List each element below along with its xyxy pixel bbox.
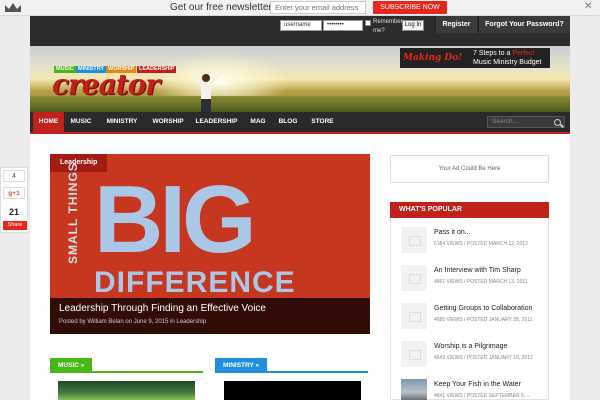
popular-item-thumbnail	[401, 379, 427, 400]
popular-item-title[interactable]: Keep Your Fish in the Water	[434, 381, 521, 388]
ministry-thumbnail[interactable]	[224, 381, 361, 400]
image-placeholder-icon	[401, 303, 427, 329]
search-icon[interactable]	[554, 119, 561, 126]
sidebar-ad[interactable]: Your Ad Could Be Here	[390, 155, 549, 183]
nav-blog[interactable]: BLOG	[273, 112, 303, 132]
popular-item-title[interactable]: An Interview with Tim Sharp	[434, 267, 521, 274]
ministry-section-header: MINISTRY »	[215, 358, 368, 373]
nav-leadership[interactable]: LEADERSHIP	[190, 112, 243, 132]
popular-item-meta: 4685 VIEWS / POSTED JANUARY 28, 2011	[434, 317, 533, 323]
nav-music[interactable]: MUSIC	[65, 112, 97, 132]
feature-image-big-text: BIG	[94, 166, 257, 273]
popular-item[interactable]: Worship is a Pilgrimage 4643 VIEWS / POS…	[391, 335, 550, 371]
share-widget: 4 g+1 21 Share	[0, 167, 28, 233]
banner-ad-brand: Making Do!	[403, 53, 463, 63]
share-button[interactable]: Share	[3, 221, 27, 230]
music-section-tab[interactable]: MUSIC »	[50, 358, 93, 373]
close-icon[interactable]: ✕	[584, 1, 592, 12]
music-section-header: MUSIC »	[50, 358, 203, 373]
popular-item-title[interactable]: Worship is a Pilgrimage	[434, 343, 507, 350]
nav-home[interactable]: HOME	[33, 112, 64, 132]
person-illustration	[189, 70, 223, 112]
feature-caption: Leadership Through Finding an Effective …	[50, 298, 370, 334]
popular-list: Pass it on... 5184 VIEWS / POSTED MARCH …	[390, 218, 549, 400]
newsletter-email-input[interactable]	[270, 1, 366, 14]
feature-image-bottom-text: DIFFERENCE	[94, 266, 296, 299]
password-field[interactable]: ••••••••	[323, 20, 363, 31]
feature-meta: Posted by William Belan on June 9, 2015 …	[59, 319, 207, 325]
music-thumbnail[interactable]	[58, 381, 195, 400]
nav-store[interactable]: STORE	[304, 112, 341, 132]
site-logo[interactable]: creator	[52, 68, 160, 101]
popular-item[interactable]: Getting Groups to Collaboration 4685 VIE…	[391, 297, 550, 333]
gplus-button[interactable]: g+1	[3, 187, 25, 199]
login-bar: username •••••••• Remember me? Log In Re…	[30, 16, 570, 46]
popular-item-meta: 4861 VIEWS / POSTED MARCH 13, 2011	[434, 279, 528, 285]
nav-worship[interactable]: WORSHIP	[147, 112, 189, 132]
feature-title[interactable]: Leadership Through Finding an Effective …	[59, 303, 266, 314]
crown-icon	[5, 3, 21, 12]
nav-ministry[interactable]: MINISTRY	[98, 112, 146, 132]
popular-item[interactable]: An Interview with Tim Sharp 4861 VIEWS /…	[391, 259, 550, 295]
newsletter-bar: Get our free newsletters SUBSCRIBE NOW ✕	[0, 0, 600, 16]
banner-ad-text: 7 Steps to a Perfect Music Ministry Budg…	[473, 50, 542, 66]
popular-item[interactable]: Keep Your Fish in the Water 4641 VIEWS /…	[391, 373, 550, 400]
banner-ad[interactable]: Making Do! 7 Steps to a Perfect Music Mi…	[400, 48, 550, 68]
popular-item-meta: 5184 VIEWS / POSTED MARCH 12, 2012	[434, 241, 528, 247]
popular-item-title[interactable]: Pass it on...	[434, 229, 471, 236]
register-button[interactable]: Register	[435, 16, 477, 33]
image-placeholder-icon	[401, 227, 427, 253]
share-total: 21	[8, 207, 19, 217]
remember-checkbox[interactable]	[365, 20, 371, 26]
feature-image-side-text: SMALL THINGS	[66, 162, 80, 264]
subscribe-button[interactable]: SUBSCRIBE NOW	[373, 1, 447, 14]
search-input[interactable]: Search...	[487, 116, 565, 128]
popular-item[interactable]: Pass it on... 5184 VIEWS / POSTED MARCH …	[391, 221, 550, 257]
image-placeholder-icon	[401, 341, 427, 367]
popular-item-meta: 4643 VIEWS / POSTED JANUARY 18, 2012	[434, 355, 533, 361]
forgot-password-button[interactable]: Forgot Your Password?	[478, 16, 570, 33]
share-count: 4	[3, 170, 25, 182]
popular-item-title[interactable]: Getting Groups to Collaboration	[434, 305, 532, 312]
main-nav: HOME MUSIC MINISTRY WORSHIP LEADERSHIP M…	[30, 112, 570, 134]
popular-item-meta: 4641 VIEWS / POSTED SEPTEMBER 5, ...	[434, 393, 531, 399]
ministry-section-tab[interactable]: MINISTRY »	[215, 358, 268, 373]
nav-mag[interactable]: MAG	[244, 112, 272, 132]
featured-article[interactable]: Leadership SMALL THINGS BIG DIFFERENCE L…	[50, 154, 370, 334]
login-button[interactable]: Log In	[402, 20, 424, 31]
remember-label: Remember me?	[373, 19, 403, 34]
username-field[interactable]: username	[280, 20, 322, 31]
newsletter-text: Get our free newsletters	[170, 2, 277, 13]
site-banner: MUSIC MINISTRY WORSHIP LEADERSHIP creato…	[30, 46, 570, 112]
image-placeholder-icon	[401, 265, 427, 291]
popular-header: WHAT'S POPULAR	[390, 202, 549, 218]
